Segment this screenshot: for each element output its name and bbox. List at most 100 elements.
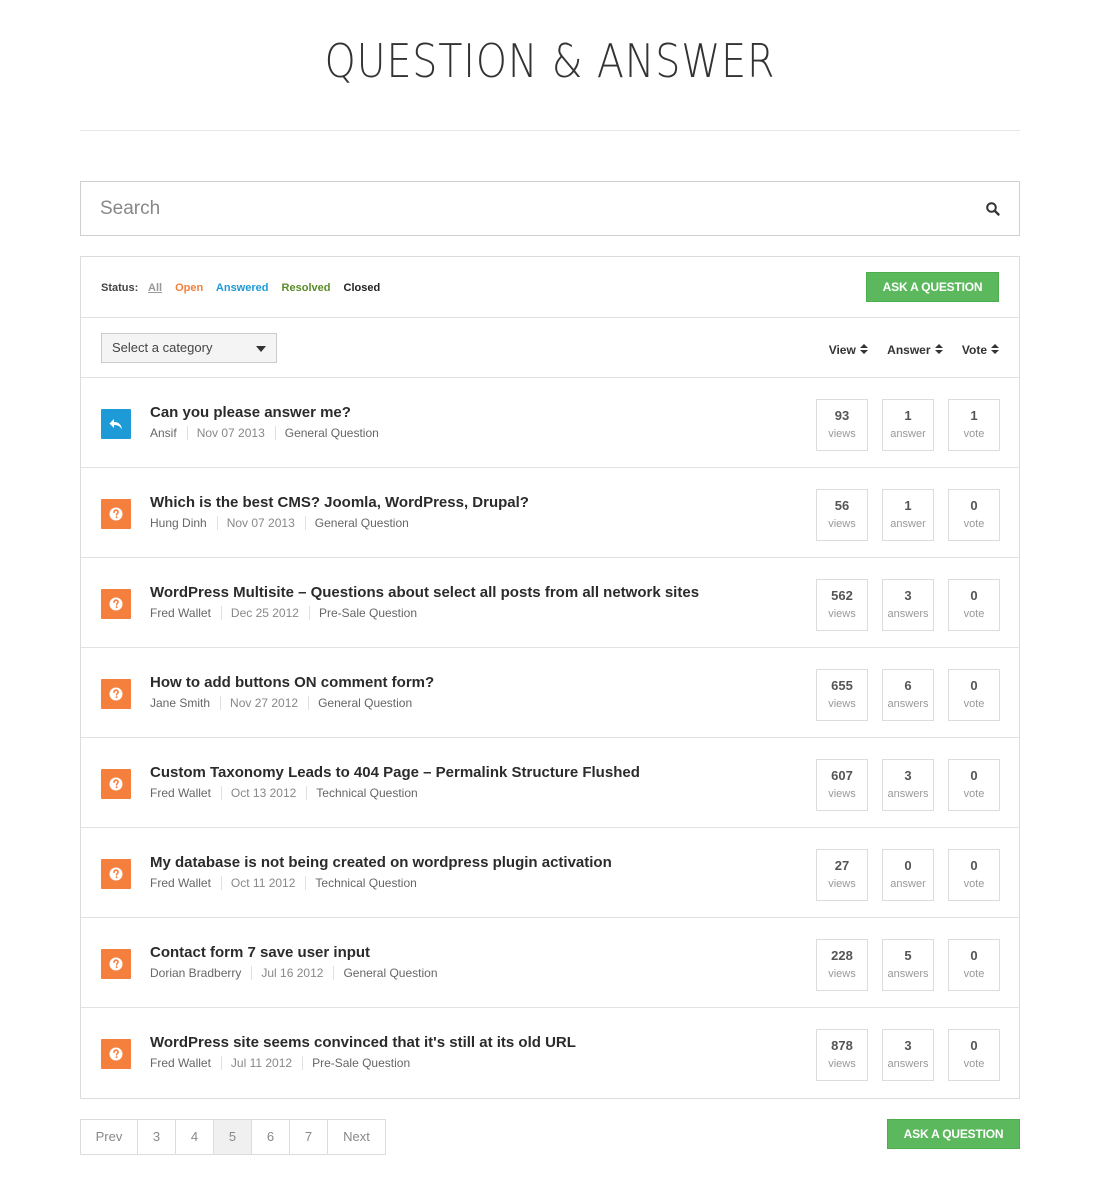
- question-author[interactable]: Ansif: [150, 426, 188, 440]
- question-category[interactable]: General Question: [343, 966, 447, 980]
- answers-count-box: 1 answer: [882, 399, 934, 451]
- status-filter-answered[interactable]: Answered: [216, 282, 269, 294]
- votes-label: vote: [963, 608, 985, 620]
- views-count-box: 228 views: [816, 939, 868, 991]
- chevron-down-icon: [256, 346, 266, 352]
- sort-controls: View Answer Vote: [813, 343, 999, 357]
- question-author[interactable]: Dorian Bradberry: [150, 966, 253, 980]
- votes-count: 0: [970, 1038, 978, 1053]
- question-row: My database is not being created on word…: [81, 828, 1019, 918]
- votes-count: 0: [970, 678, 978, 693]
- question-list: Can you please answer me? Ansif Nov 07 201…: [81, 378, 1019, 1098]
- answers-count: 0: [904, 858, 912, 873]
- question-title[interactable]: Contact form 7 save user input: [150, 944, 370, 961]
- question-title[interactable]: My database is not being created on word…: [150, 854, 612, 871]
- questions-panel: Status: All Open Answered Resolved Close…: [80, 256, 1020, 1099]
- sort-by-vote[interactable]: Vote: [962, 343, 999, 357]
- question-title[interactable]: Custom Taxonomy Leads to 404 Page – Perm…: [150, 764, 640, 781]
- votes-label: vote: [963, 788, 985, 800]
- question-title[interactable]: Can you please answer me?: [150, 404, 351, 421]
- answers-count-box: 3 answers: [882, 579, 934, 631]
- sort-icon: [991, 344, 999, 355]
- status-filter-resolved[interactable]: Resolved: [282, 282, 331, 294]
- search-input[interactable]: [81, 182, 961, 235]
- answers-count: 3: [904, 1038, 912, 1053]
- status-filter-open[interactable]: Open: [175, 282, 203, 294]
- question-category[interactable]: General Question: [285, 426, 389, 440]
- sort-by-view[interactable]: View: [829, 343, 868, 357]
- question-author[interactable]: Fred Wallet: [150, 1056, 222, 1070]
- pagination-page[interactable]: 4: [176, 1120, 214, 1154]
- votes-label: vote: [963, 1058, 985, 1070]
- views-label: views: [828, 608, 856, 620]
- question-date: Nov 07 2013: [227, 516, 306, 530]
- question-category[interactable]: General Question: [315, 516, 419, 530]
- question-category[interactable]: Technical Question: [315, 876, 426, 890]
- answers-label: answers: [887, 968, 929, 980]
- pagination-page[interactable]: 3: [138, 1120, 176, 1154]
- status-filter-closed[interactable]: Closed: [344, 282, 381, 294]
- question-category[interactable]: Pre-Sale Question: [319, 606, 427, 620]
- votes-label: vote: [963, 428, 985, 440]
- views-count-box: 878 views: [816, 1029, 868, 1081]
- question-meta: Fred Wallet Jul 11 2012 Pre-Sale Question: [150, 1056, 429, 1070]
- category-select[interactable]: Select a category: [101, 333, 277, 363]
- answers-count-box: 1 answer: [882, 489, 934, 541]
- votes-count-box: 0 vote: [948, 759, 1000, 811]
- question-category[interactable]: General Question: [318, 696, 422, 710]
- question-date: Jul 11 2012: [231, 1056, 304, 1070]
- question-author[interactable]: Jane Smith: [150, 696, 222, 710]
- views-label: views: [828, 788, 856, 800]
- votes-count-box: 0 vote: [948, 579, 1000, 631]
- reply-icon: [101, 409, 131, 439]
- pagination-page[interactable]: 7: [290, 1120, 328, 1154]
- pagination-next[interactable]: Next: [328, 1120, 385, 1154]
- question-author[interactable]: Fred Wallet: [150, 876, 222, 890]
- votes-count-box: 1 vote: [948, 399, 1000, 451]
- question-title[interactable]: WordPress site seems convinced that it's…: [150, 1034, 576, 1051]
- sort-by-answer[interactable]: Answer: [887, 343, 943, 357]
- question-row: How to add buttons ON comment form? Jane …: [81, 648, 1019, 738]
- pagination-page-current[interactable]: 5: [214, 1120, 252, 1154]
- answers-count: 1: [904, 408, 912, 423]
- status-filter-all[interactable]: All: [148, 282, 162, 294]
- views-count-box: 27 views: [816, 849, 868, 901]
- question-meta: Jane Smith Nov 27 2012 General Question: [150, 696, 431, 710]
- question-row: Contact form 7 save user input Dorian Bra…: [81, 918, 1019, 1008]
- question-title[interactable]: WordPress Multisite – Questions about se…: [150, 584, 699, 601]
- votes-count: 0: [970, 588, 978, 603]
- pagination-page[interactable]: 6: [252, 1120, 290, 1154]
- views-label: views: [828, 1058, 856, 1070]
- ask-question-button-bottom[interactable]: ASK A QUESTION: [887, 1119, 1020, 1149]
- question-date: Oct 11 2012: [231, 876, 307, 890]
- question-author[interactable]: Hung Dinh: [150, 516, 218, 530]
- question-icon: [101, 1039, 131, 1069]
- sort-vote-label: Vote: [961, 343, 987, 357]
- question-category[interactable]: Pre-Sale Question: [312, 1056, 420, 1070]
- answers-count-box: 6 answers: [882, 669, 934, 721]
- question-date: Dec 25 2012: [231, 606, 310, 620]
- question-row: WordPress site seems convinced that it's…: [81, 1008, 1019, 1098]
- votes-count-box: 0 vote: [948, 489, 1000, 541]
- search-icon[interactable]: [985, 201, 1001, 217]
- status-filters: All Open Answered Resolved Closed: [148, 282, 390, 294]
- votes-count: 0: [970, 768, 978, 783]
- ask-question-button[interactable]: ASK A QUESTION: [866, 272, 999, 302]
- pagination-prev[interactable]: Prev: [81, 1120, 138, 1154]
- question-row: Can you please answer me? Ansif Nov 07 201…: [81, 378, 1019, 468]
- votes-count: 1: [970, 408, 978, 423]
- views-count: 93: [834, 408, 850, 423]
- answers-count-box: 0 answer: [882, 849, 934, 901]
- question-author[interactable]: Fred Wallet: [150, 606, 222, 620]
- views-label: views: [828, 968, 856, 980]
- question-category[interactable]: Technical Question: [316, 786, 427, 800]
- category-select-value: Select a category: [112, 340, 213, 355]
- views-count: 27: [834, 858, 850, 873]
- question-title[interactable]: Which is the best CMS? Joomla, WordPress…: [150, 494, 529, 511]
- votes-count: 0: [970, 858, 978, 873]
- sort-icon: [859, 344, 868, 355]
- question-author[interactable]: Fred Wallet: [150, 786, 222, 800]
- status-bar: Status: All Open Answered Resolved Close…: [81, 257, 1019, 318]
- answers-label: answers: [887, 1058, 929, 1070]
- question-title[interactable]: How to add buttons ON comment form?: [150, 674, 434, 691]
